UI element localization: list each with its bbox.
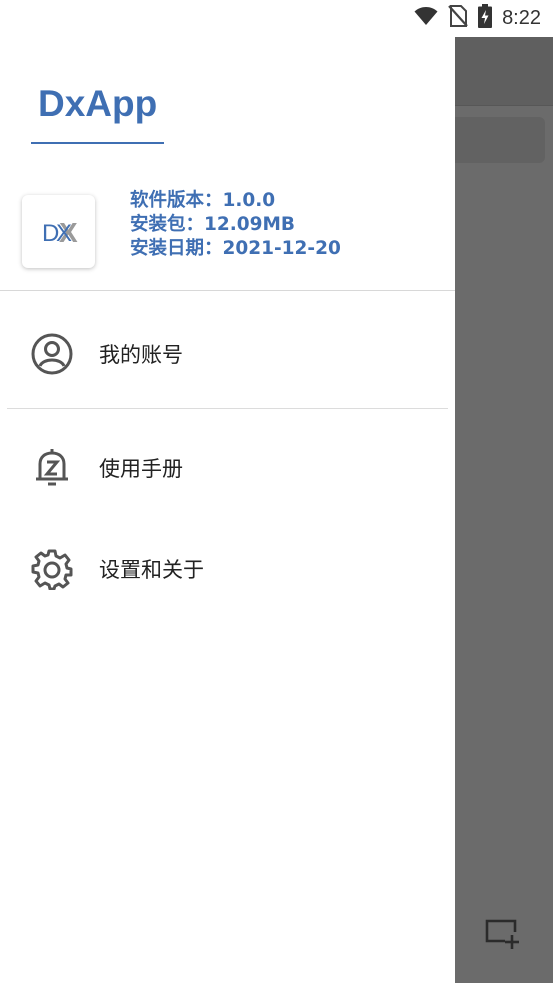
menu-item-settings-about[interactable]: 设置和关于	[0, 536, 455, 598]
status-bar: 8:22	[0, 0, 553, 37]
background-app-scrim[interactable]	[445, 37, 553, 983]
header-divider	[0, 290, 455, 291]
status-time: 8:22	[502, 6, 541, 29]
status-icons: 8:22	[414, 4, 541, 32]
no-sim-icon	[448, 5, 468, 31]
background-toolbar	[455, 37, 553, 105]
logo-letter-x: X	[56, 220, 73, 247]
app-name: DxApp	[38, 83, 158, 124]
menu-item-user-manual[interactable]: 使用手册	[0, 435, 455, 497]
menu-item-label: 设置和关于	[99, 558, 204, 582]
app-logo: D X X	[22, 195, 95, 268]
app-name-underline	[31, 142, 164, 144]
battery-charging-icon	[478, 4, 493, 32]
app-info: 软件版本：1.0.0 安装包：12.09MB 安装日期：2021-12-20	[130, 189, 341, 261]
background-toolbar-divider	[455, 105, 553, 106]
menu-divider	[7, 408, 448, 409]
account-circle-icon	[30, 332, 74, 376]
background-search-bar	[445, 117, 545, 163]
manual-bell-icon	[30, 446, 74, 490]
software-version: 软件版本：1.0.0	[130, 190, 276, 211]
menu-item-my-account[interactable]: 我的账号	[0, 321, 455, 383]
install-date: 安装日期：2021-12-20	[130, 238, 341, 259]
navigation-drawer: DxApp D X X 软件版本：1.0.0 安装包：12.09MB 安装日期：…	[0, 37, 455, 983]
menu-item-label: 我的账号	[99, 343, 183, 367]
settings-gear-icon	[30, 547, 74, 591]
add-window-icon[interactable]	[483, 915, 523, 955]
package-size: 安装包：12.09MB	[130, 214, 296, 235]
wifi-icon	[414, 6, 438, 30]
menu-item-label: 使用手册	[99, 457, 183, 481]
